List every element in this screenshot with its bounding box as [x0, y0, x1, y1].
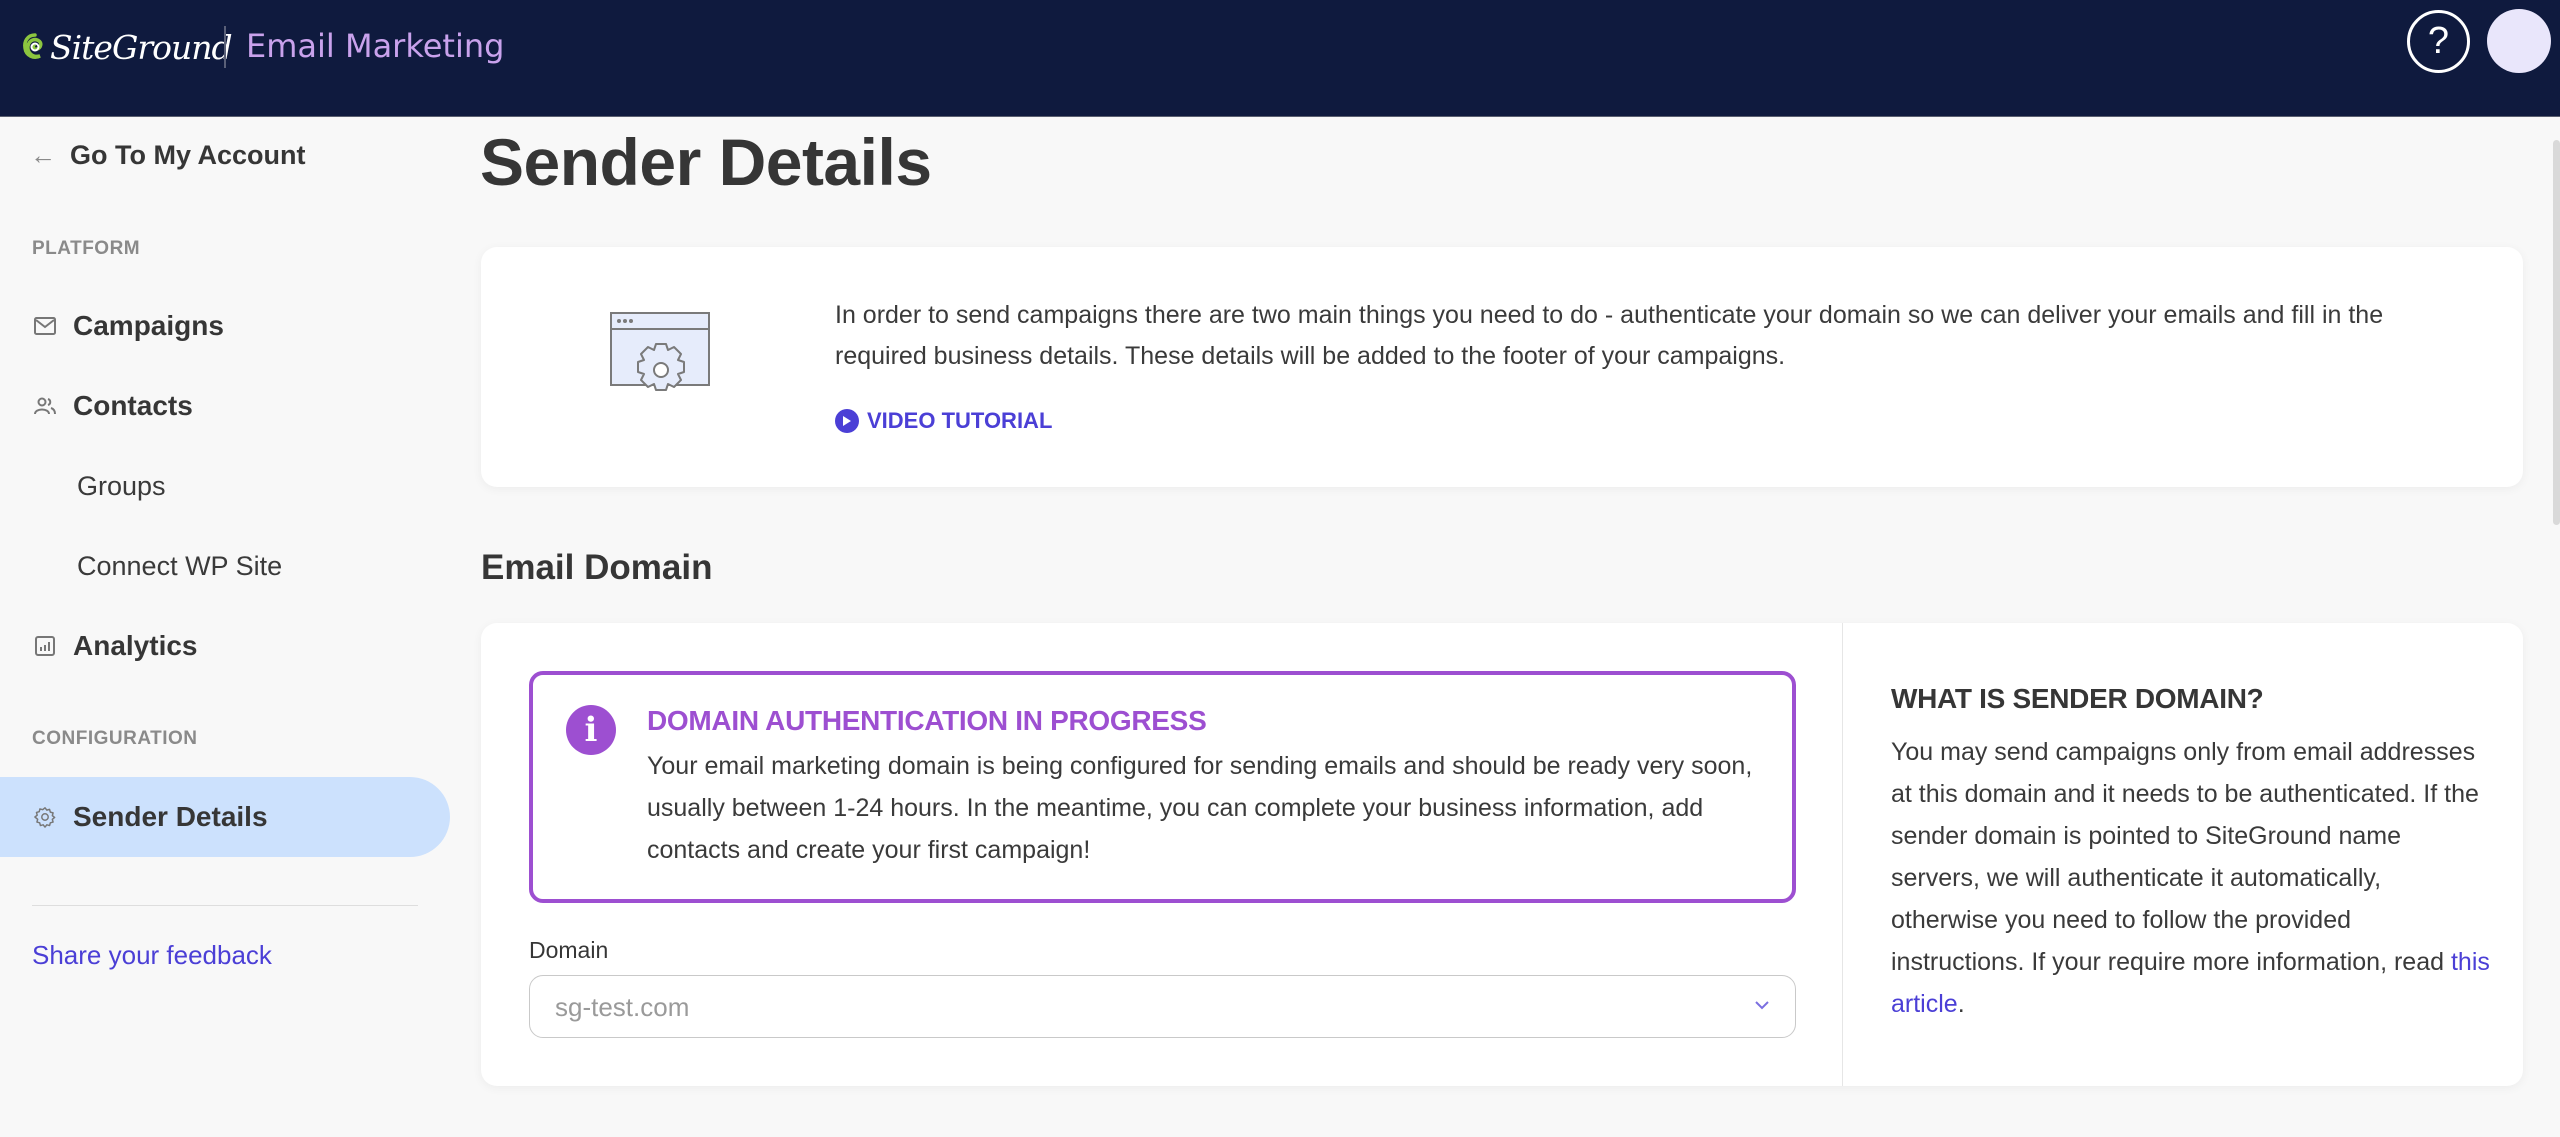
intro-card: In order to send campaigns there are two… — [481, 247, 2523, 487]
sidebar-item-campaigns[interactable]: Campaigns — [0, 286, 450, 366]
domain-select-value: sg-test.com — [555, 992, 690, 1022]
sidebar-item-label: Analytics — [73, 630, 198, 661]
domain-auth-notice: i DOMAIN AUTHENTICATION IN PROGRESS Your… — [529, 671, 1796, 903]
users-icon — [33, 394, 57, 418]
back-label: Go To My Account — [70, 140, 306, 170]
user-avatar[interactable] — [2487, 9, 2551, 73]
siteground-logo[interactable]: SiteGround — [22, 22, 233, 72]
video-tutorial-label: VIDEO TUTORIAL — [867, 408, 1053, 433]
info-icon: i — [566, 705, 616, 755]
browser-gear-illustration — [610, 312, 710, 391]
sidebar-item-label: Campaigns — [73, 310, 224, 341]
notice-body: Your email marketing domain is being con… — [647, 752, 1753, 864]
email-domain-heading: Email Domain — [481, 548, 713, 587]
sidebar-item-label: Groups — [77, 470, 166, 501]
arrow-left-icon: ← — [30, 140, 56, 170]
email-domain-card: i DOMAIN AUTHENTICATION IN PROGRESS Your… — [481, 623, 2523, 1086]
sidebar-divider — [32, 905, 418, 906]
brand-name: SiteGround — [50, 27, 233, 67]
sidebar-item-groups[interactable]: Groups — [0, 446, 450, 526]
info-title: WHAT IS SENDER DOMAIN? — [1891, 683, 2264, 714]
video-tutorial-link[interactable]: VIDEO TUTORIAL — [835, 408, 1052, 434]
help-button[interactable]: ? — [2407, 10, 2470, 73]
header-divider — [224, 26, 226, 68]
go-to-my-account-link[interactable]: ← Go To My Account — [30, 140, 306, 171]
info-body: You may send campaigns only from email a… — [1891, 731, 2491, 1025]
domain-label: Domain — [529, 937, 609, 963]
sidebar: ← Go To My Account PLATFORM Campaigns Co… — [0, 118, 460, 1137]
section-label-platform: PLATFORM — [32, 238, 141, 259]
page-title: Sender Details — [480, 125, 932, 199]
sidebar-item-contacts[interactable]: Contacts — [0, 366, 450, 446]
sidebar-item-analytics[interactable]: Analytics — [0, 606, 450, 686]
section-label-configuration: CONFIGURATION — [32, 728, 198, 749]
play-icon — [835, 409, 859, 433]
question-circle-icon: ? — [2427, 20, 2450, 62]
top-bar: SiteGround Email Marketing ? — [0, 0, 2560, 117]
info-body-suffix: . — [1957, 990, 1965, 1018]
sidebar-item-label: Connect WP Site — [77, 550, 283, 581]
page-scrollbar[interactable] — [2553, 140, 2560, 525]
siteground-logo-icon — [23, 33, 43, 59]
chevron-down-icon — [1755, 1001, 1769, 1010]
info-body-text: You may send campaigns only from email a… — [1891, 738, 2479, 976]
sidebar-item-label: Sender Details — [73, 801, 268, 832]
app-title: Email Marketing — [246, 27, 505, 65]
sidebar-item-label: Contacts — [73, 390, 193, 421]
sidebar-item-sender-details[interactable]: Sender Details — [0, 777, 450, 857]
envelope-icon — [33, 314, 57, 338]
chart-icon — [33, 634, 57, 658]
share-feedback-link[interactable]: Share your feedback — [32, 940, 272, 971]
notice-title: DOMAIN AUTHENTICATION IN PROGRESS — [647, 705, 1207, 736]
domain-select[interactable]: sg-test.com — [529, 975, 1796, 1038]
gear-icon — [33, 805, 57, 829]
sidebar-item-connect-wp-site[interactable]: Connect WP Site — [0, 526, 450, 606]
intro-text: In order to send campaigns there are two… — [835, 301, 2384, 370]
domain-form-panel: i DOMAIN AUTHENTICATION IN PROGRESS Your… — [481, 623, 1843, 1086]
